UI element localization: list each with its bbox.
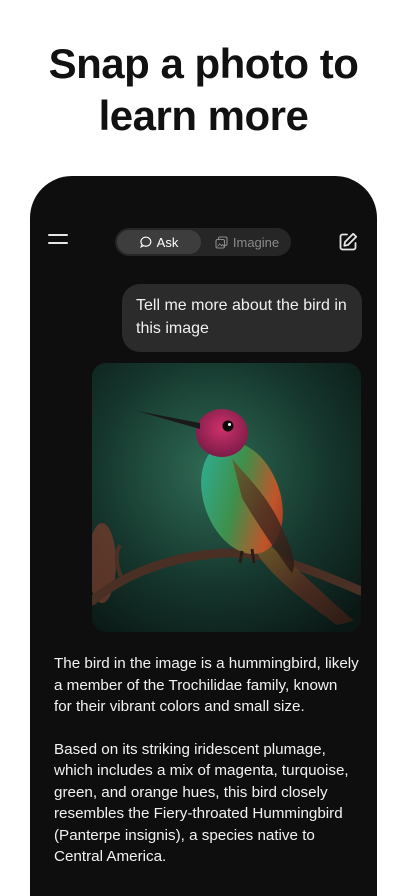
headline-line-2: learn more xyxy=(98,92,309,139)
mode-toggle: Ask Imagine xyxy=(115,228,291,256)
tab-ask-label: Ask xyxy=(156,234,179,250)
headline-line-1: Snap a photo to xyxy=(48,40,359,87)
new-chat-edit-icon[interactable] xyxy=(337,231,359,253)
user-message-bubble: Tell me more about the bird in this imag… xyxy=(122,284,362,352)
tab-imagine[interactable]: Imagine xyxy=(205,230,289,254)
headline: Snap a photo to learn more xyxy=(0,38,407,142)
tab-imagine-label: Imagine xyxy=(232,234,280,250)
hamburger-menu-icon[interactable] xyxy=(48,234,68,248)
chat-bubble-icon xyxy=(139,236,152,248)
assistant-response: The bird in the image is a hummingbird, … xyxy=(54,653,359,889)
response-paragraph-1: The bird in the image is a hummingbird, … xyxy=(54,655,359,715)
imagine-icon xyxy=(215,235,228,249)
hummingbird-photo[interactable] xyxy=(92,363,361,632)
response-paragraph-2: Based on its striking iridescent plumage… xyxy=(54,740,349,866)
tab-ask[interactable]: Ask xyxy=(117,230,201,254)
phone-screen: Ask Imagine Tell me more about the bird … xyxy=(30,176,377,896)
